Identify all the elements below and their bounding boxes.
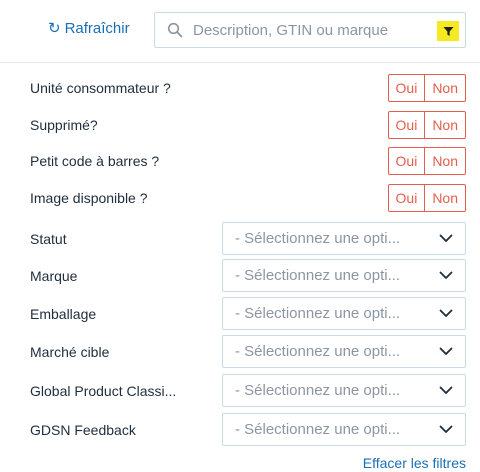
toggle-row-consumer-unit: Unité consommateur ? Oui Non [30,74,466,102]
select-placeholder: - Sélectionnez une opti... [235,343,401,360]
search-icon [167,22,183,38]
clear-filters-link[interactable]: Effacer les filtres [363,455,466,471]
toggle-row-deleted: Supprimé? Oui Non [30,111,466,139]
select-label: Emballage [30,305,97,322]
toggle-label: Supprimé? [30,117,98,133]
select-row-gdsn-feedback: GDSN Feedback - Sélectionnez une opti... [30,413,466,446]
toggle-row-image-available: Image disponible ? Oui Non [30,184,466,212]
filter-button[interactable] [437,21,459,41]
select-row-gpc: Global Product Classi... - Sélectionnez … [30,374,466,407]
toolbar: ↻ Rafraîchir [0,0,480,62]
status-select[interactable]: - Sélectionnez une opti... [222,222,466,255]
gpc-select[interactable]: - Sélectionnez une opti... [222,374,466,407]
toggle-row-small-barcode: Petit code à barres ? Oui Non [30,147,466,175]
search-box [154,12,466,48]
select-placeholder: - Sélectionnez une opti... [235,382,401,399]
packaging-select[interactable]: - Sélectionnez une opti... [222,297,466,330]
no-option[interactable]: Non [424,148,465,174]
toolbar-divider [0,62,480,63]
no-option[interactable]: Non [424,112,465,138]
brand-select[interactable]: - Sélectionnez une opti... [222,259,466,292]
select-row-brand: Marque - Sélectionnez une opti... [30,259,466,292]
toggle-label: Petit code à barres ? [30,153,160,169]
chevron-down-icon [439,309,453,317]
chevron-down-icon [439,386,453,394]
toggle-label: Image disponible ? [30,190,148,206]
select-label: Marché cible [30,343,110,360]
select-label: Marque [30,267,78,284]
chevron-down-icon [439,347,453,355]
select-row-packaging: Emballage - Sélectionnez une opti... [30,297,466,330]
yes-no-toggle: Oui Non [387,111,466,139]
select-row-status: Statut - Sélectionnez une opti... [30,222,466,255]
no-option[interactable]: Non [424,185,465,211]
refresh-label: Rafraîchir [64,20,130,37]
yes-no-toggle: Oui Non [387,184,466,212]
toggle-label: Unité consommateur ? [30,80,171,96]
no-option[interactable]: Non [424,75,465,101]
search-input[interactable] [193,21,433,39]
select-placeholder: - Sélectionnez une opti... [235,267,401,284]
chevron-down-icon [439,234,453,242]
chevron-down-icon [439,271,453,279]
select-row-target-market: Marché cible - Sélectionnez une opti... [30,335,466,368]
filter-icon [443,26,453,36]
select-label: Statut [30,230,67,247]
yes-option[interactable]: Oui [389,185,425,211]
yes-option[interactable]: Oui [389,75,425,101]
select-placeholder: - Sélectionnez une opti... [235,305,401,322]
select-placeholder: - Sélectionnez une opti... [235,230,401,247]
select-label: GDSN Feedback [30,421,136,438]
refresh-icon: ↻ [48,20,61,37]
yes-option[interactable]: Oui [389,112,425,138]
yes-no-toggle: Oui Non [387,74,466,102]
yes-no-toggle: Oui Non [387,147,466,175]
target-market-select[interactable]: - Sélectionnez une opti... [222,335,466,368]
chevron-down-icon [439,425,453,433]
refresh-button[interactable]: ↻ Rafraîchir [48,20,130,37]
select-label: Global Product Classi... [30,382,177,399]
gdsn-feedback-select[interactable]: - Sélectionnez une opti... [222,413,466,446]
select-placeholder: - Sélectionnez une opti... [235,421,401,438]
yes-option[interactable]: Oui [389,148,425,174]
